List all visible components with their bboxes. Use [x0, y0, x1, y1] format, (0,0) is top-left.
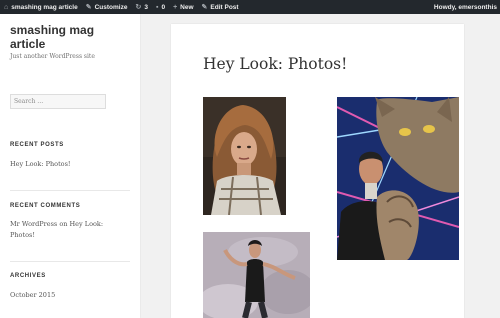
admin-bar: ⌂ smashing mag article ✎ Customize ↻ 3 ▪… [0, 0, 500, 14]
widget-divider [10, 261, 130, 262]
sidebar: smashing mag article Just another WordPr… [0, 14, 140, 318]
plus-icon: + [173, 3, 178, 11]
recent-comments-title: RECENT COMMENTS [10, 203, 81, 209]
admin-bar-comments-count: 0 [161, 3, 166, 11]
admin-bar-new-label: New [180, 3, 194, 11]
admin-bar-new[interactable]: + New [169, 0, 197, 14]
recent-posts-title: RECENT POSTS [10, 142, 64, 148]
admin-bar-site-label: smashing mag article [11, 3, 78, 11]
photo-curly-hair-portrait[interactable] [203, 97, 286, 215]
admin-bar-account[interactable]: Howdy, emersonthis [430, 0, 500, 14]
admin-bar-howdy: Howdy, emersonthis [433, 3, 497, 11]
site-title[interactable]: smashing mag article [10, 23, 130, 51]
admin-bar-updates[interactable]: ↻ 3 [131, 0, 152, 14]
entry-title: Hey Look: Photos! [203, 55, 348, 73]
admin-bar-customize[interactable]: ✎ Customize [82, 0, 132, 14]
admin-bar-comments[interactable]: ▪ 0 [152, 0, 169, 14]
admin-bar-edit-post-label: Edit Post [210, 3, 239, 11]
comment-icon: ▪ [155, 3, 159, 11]
widget-divider [10, 190, 130, 191]
archive-link[interactable]: October 2015 [10, 290, 110, 301]
admin-bar-edit-post[interactable]: ✎ Edit Post [198, 0, 243, 14]
admin-bar-site-name[interactable]: ⌂ smashing mag article [0, 0, 82, 14]
archives-title: ARCHIVES [10, 273, 46, 279]
admin-bar-customize-label: Customize [94, 3, 128, 11]
comment-author-link[interactable]: Mr WordPress [10, 220, 57, 228]
site-description: Just another WordPress site [10, 53, 95, 60]
admin-bar-updates-count: 3 [144, 3, 148, 11]
pencil-icon: ✎ [201, 3, 208, 11]
recent-comment-item: Mr WordPress on Hey Look: Photos! [10, 219, 110, 241]
article-panel: Hey Look: Photos! [171, 24, 464, 318]
recent-post-link[interactable]: Hey Look: Photos! [10, 159, 110, 170]
photo-smoke-pose-portrait[interactable] [203, 232, 310, 318]
search-input[interactable]: Search … [10, 94, 106, 109]
brush-icon: ✎ [85, 3, 92, 11]
updates-icon: ↻ [135, 3, 142, 11]
home-icon: ⌂ [4, 3, 9, 11]
photo-cat-laser-portrait[interactable] [337, 97, 459, 260]
comment-on-text: on [59, 220, 68, 228]
